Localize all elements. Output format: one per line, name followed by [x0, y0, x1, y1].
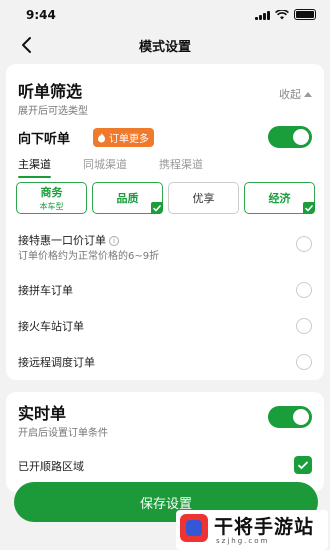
logo-url: szjhg.com [216, 537, 270, 545]
chip-premium[interactable]: 优享 [168, 182, 239, 214]
tab-city-channel[interactable]: 同城渠道 [83, 156, 127, 172]
vehicle-type-chips: 商务 本车型 品质 优享 经济 [16, 182, 315, 214]
page-title: 模式设置 [138, 40, 191, 55]
carpool-radio[interactable] [296, 282, 312, 298]
option-carpool: 接拼车订单 [18, 284, 73, 297]
direction-toggle[interactable] [268, 126, 312, 148]
signal-icon [255, 10, 270, 20]
battery-icon [294, 9, 316, 20]
tab-main-channel[interactable]: 主渠道 [18, 156, 51, 178]
collapse-label: 收起 [279, 88, 301, 101]
option-remote-dispatch: 接远程调度订单 [18, 356, 95, 369]
chip-business-label: 商务 [40, 186, 63, 199]
option-discount: 接特惠一口价订单 i [18, 232, 119, 248]
more-orders-badge: 订单更多 [93, 128, 154, 147]
chevron-up-icon [304, 91, 312, 97]
nav-bar: 模式设置 [0, 30, 330, 60]
chip-quality-label: 品质 [116, 192, 139, 205]
fire-icon [98, 132, 105, 142]
option-train-station: 接火车站订单 [18, 320, 84, 333]
tab-ctrip-channel[interactable]: 携程渠道 [159, 156, 203, 172]
watermark-logo: 干将手游站 szjhg.com [176, 510, 328, 550]
check-icon [151, 202, 163, 214]
realtime-toggle[interactable] [268, 406, 312, 428]
realtime-card: 实时单 开启后设置订单条件 已开顺路区域 [6, 392, 324, 492]
route-area-label: 已开顺路区域 [18, 460, 84, 473]
info-icon[interactable]: i [109, 236, 119, 246]
route-area-checkbox[interactable] [294, 456, 312, 474]
status-bar: 9:44 [0, 0, 330, 30]
logo-icon [180, 514, 208, 542]
realtime-title: 实时单 [18, 404, 67, 423]
realtime-subtitle: 开启后设置订单条件 [18, 428, 108, 439]
check-icon [303, 202, 315, 214]
wifi-icon [275, 9, 289, 19]
listen-filter-title: 听单筛选 [18, 82, 83, 101]
discount-radio[interactable] [296, 236, 312, 252]
chip-quality[interactable]: 品质 [92, 182, 163, 214]
chip-premium-label: 优享 [192, 192, 215, 205]
channel-tabs: 主渠道 同城渠道 携程渠道 [18, 156, 235, 178]
remote-dispatch-radio[interactable] [296, 354, 312, 370]
collapse-button[interactable]: 收起 [279, 86, 312, 102]
listen-filter-subtitle: 展开后可选类型 [18, 106, 88, 117]
status-time: 9:44 [26, 8, 56, 22]
logo-name: 干将手游站 [214, 516, 315, 538]
badge-label: 订单更多 [109, 134, 149, 145]
chip-economy-label: 经济 [268, 192, 291, 205]
direction-label: 向下听单 [18, 132, 71, 147]
chip-economy[interactable]: 经济 [244, 182, 315, 214]
listen-filter-card: 听单筛选 展开后可选类型 收起 向下听单 订单更多 主渠道 同城渠道 携程渠道 … [6, 64, 324, 380]
status-icons [255, 9, 316, 20]
chip-business[interactable]: 商务 本车型 [16, 182, 87, 214]
option-discount-sub: 订单价格约为正常价格的6~9折 [18, 251, 160, 262]
option-discount-label: 接特惠一口价订单 [18, 234, 106, 247]
train-station-radio[interactable] [296, 318, 312, 334]
chip-business-sub: 本车型 [39, 202, 64, 211]
